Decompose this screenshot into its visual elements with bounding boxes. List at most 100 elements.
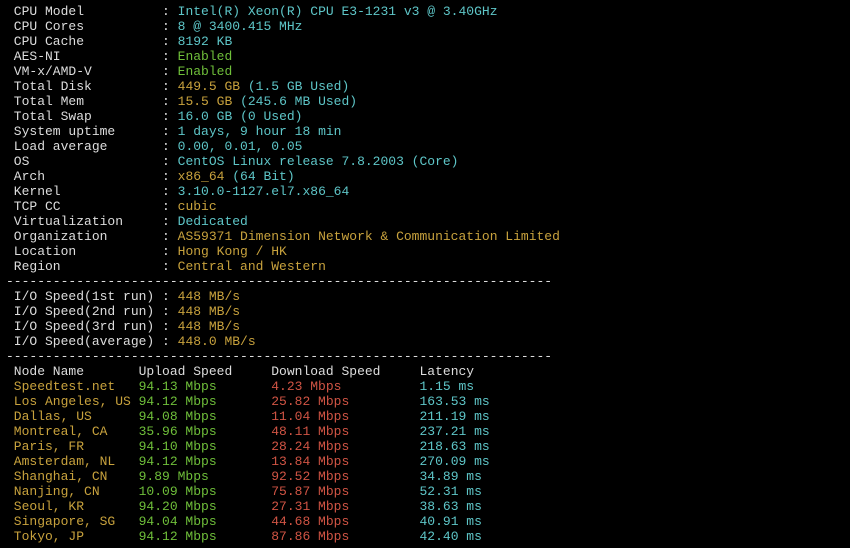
cell-node: Paris, FR bbox=[6, 439, 139, 454]
cell-download: 4.23 Mbps bbox=[271, 379, 419, 394]
cell-latency: 211.19 ms bbox=[419, 409, 505, 424]
cell-upload: 94.04 Mbps bbox=[139, 514, 272, 529]
value-load: 0.00, 0.01, 0.05 bbox=[178, 139, 303, 154]
separator: : bbox=[162, 94, 178, 109]
label-tcpcc: TCP CC bbox=[6, 199, 162, 214]
cell-download: 87.86 Mbps bbox=[271, 529, 419, 544]
cell-latency: 237.21 ms bbox=[419, 424, 505, 439]
table-row: Paris, FR 94.10 Mbps 28.24 Mbps 218.63 m… bbox=[6, 439, 844, 454]
value-arch: x86_64 bbox=[178, 169, 233, 184]
table-row: Tokyo, JP 94.12 Mbps 87.86 Mbps 42.40 ms bbox=[6, 529, 844, 544]
cell-upload: 35.96 Mbps bbox=[139, 424, 272, 439]
cell-node: Shanghai, CN bbox=[6, 469, 139, 484]
value-ioavg: 448.0 MB/s bbox=[178, 334, 256, 349]
value-swap-used: (0 Used) bbox=[240, 109, 302, 124]
cell-upload: 94.13 Mbps bbox=[139, 379, 272, 394]
label-io1: I/O Speed(1st run) bbox=[6, 289, 162, 304]
cell-upload: 94.12 Mbps bbox=[139, 529, 272, 544]
value-region: Central and Western bbox=[178, 259, 326, 274]
separator: : bbox=[162, 139, 178, 154]
label-uptime: System uptime bbox=[6, 124, 162, 139]
separator: : bbox=[162, 169, 178, 184]
separator: : bbox=[162, 4, 178, 19]
separator: : bbox=[162, 199, 178, 214]
divider: ----------------------------------------… bbox=[6, 274, 844, 289]
label-aesni: AES-NI bbox=[6, 49, 162, 64]
cell-latency: 34.89 ms bbox=[419, 469, 505, 484]
cell-upload: 94.20 Mbps bbox=[139, 499, 272, 514]
separator: : bbox=[162, 319, 178, 334]
value-cpu-cache: 8192 KB bbox=[178, 34, 233, 49]
separator: : bbox=[162, 184, 178, 199]
separator: : bbox=[162, 34, 178, 49]
cell-download: 75.87 Mbps bbox=[271, 484, 419, 499]
label-org: Organization bbox=[6, 229, 162, 244]
cell-upload: 10.09 Mbps bbox=[139, 484, 272, 499]
cell-download: 44.68 Mbps bbox=[271, 514, 419, 529]
separator: : bbox=[162, 304, 178, 319]
cell-node: Dallas, US bbox=[6, 409, 139, 424]
value-mem: 15.5 GB bbox=[178, 94, 240, 109]
cell-upload: 94.12 Mbps bbox=[139, 394, 272, 409]
table-row: Los Angeles, US 94.12 Mbps 25.82 Mbps 16… bbox=[6, 394, 844, 409]
value-disk: 449.5 GB bbox=[178, 79, 248, 94]
cell-node: Singapore, SG bbox=[6, 514, 139, 529]
value-cpu-model: Intel(R) Xeon(R) CPU E3-1231 v3 @ 3.40GH… bbox=[178, 4, 498, 19]
label-load: Load average bbox=[6, 139, 162, 154]
value-virt: Dedicated bbox=[178, 214, 248, 229]
cell-node: Montreal, CA bbox=[6, 424, 139, 439]
value-location: Hong Kong / HK bbox=[178, 244, 287, 259]
label-kernel: Kernel bbox=[6, 184, 162, 199]
value-io1: 448 MB/s bbox=[178, 289, 240, 304]
separator: : bbox=[162, 259, 178, 274]
cell-node: Seoul, KR bbox=[6, 499, 139, 514]
table-row: Singapore, SG 94.04 Mbps 44.68 Mbps 40.9… bbox=[6, 514, 844, 529]
label-ioavg: I/O Speed(average) bbox=[6, 334, 162, 349]
cell-upload: 94.10 Mbps bbox=[139, 439, 272, 454]
cell-download: 28.24 Mbps bbox=[271, 439, 419, 454]
table-row: Shanghai, CN 9.89 Mbps 92.52 Mbps 34.89 … bbox=[6, 469, 844, 484]
label-total-disk: Total Disk bbox=[6, 79, 162, 94]
label-io3: I/O Speed(3rd run) bbox=[6, 319, 162, 334]
value-kernel: 3.10.0-1127.el7.x86_64 bbox=[178, 184, 350, 199]
separator: : bbox=[162, 49, 178, 64]
separator: : bbox=[162, 244, 178, 259]
cell-latency: 38.63 ms bbox=[419, 499, 505, 514]
value-org: AS59371 Dimension Network & Communicatio… bbox=[178, 229, 560, 244]
divider: ----------------------------------------… bbox=[6, 349, 844, 364]
cell-latency: 52.31 ms bbox=[419, 484, 505, 499]
cell-latency: 270.09 ms bbox=[419, 454, 505, 469]
col-latency: Latency bbox=[419, 364, 505, 379]
separator: : bbox=[162, 154, 178, 169]
table-row: Amsterdam, NL 94.12 Mbps 13.84 Mbps 270.… bbox=[6, 454, 844, 469]
label-cpu-cache: CPU Cache bbox=[6, 34, 162, 49]
cell-latency: 218.63 ms bbox=[419, 439, 505, 454]
table-row: Montreal, CA 35.96 Mbps 48.11 Mbps 237.2… bbox=[6, 424, 844, 439]
cell-upload: 9.89 Mbps bbox=[139, 469, 272, 484]
cell-upload: 94.12 Mbps bbox=[139, 454, 272, 469]
terminal-output: CPU Model : Intel(R) Xeon(R) CPU E3-1231… bbox=[0, 0, 850, 548]
label-io2: I/O Speed(2nd run) bbox=[6, 304, 162, 319]
label-virt: Virtualization bbox=[6, 214, 162, 229]
label-cpu-model: CPU Model bbox=[6, 4, 162, 19]
separator: : bbox=[162, 79, 178, 94]
table-row: Speedtest.net 94.13 Mbps 4.23 Mbps 1.15 … bbox=[6, 379, 844, 394]
cell-node: Speedtest.net bbox=[6, 379, 139, 394]
table-row: Nanjing, CN 10.09 Mbps 75.87 Mbps 52.31 … bbox=[6, 484, 844, 499]
value-io3: 448 MB/s bbox=[178, 319, 240, 334]
cell-node: Nanjing, CN bbox=[6, 484, 139, 499]
cell-node: Amsterdam, NL bbox=[6, 454, 139, 469]
separator: : bbox=[162, 19, 178, 34]
value-swap: 16.0 GB bbox=[178, 109, 240, 124]
value-tcpcc: cubic bbox=[178, 199, 217, 214]
separator: : bbox=[162, 229, 178, 244]
value-disk-used: (1.5 GB Used) bbox=[248, 79, 349, 94]
cell-node: Tokyo, JP bbox=[6, 529, 139, 544]
value-cpu-cores: 8 @ 3400.415 MHz bbox=[178, 19, 303, 34]
value-vmx: Enabled bbox=[178, 64, 233, 79]
label-region: Region bbox=[6, 259, 162, 274]
table-row: Seoul, KR 94.20 Mbps 27.31 Mbps 38.63 ms bbox=[6, 499, 844, 514]
separator: : bbox=[162, 109, 178, 124]
cell-latency: 163.53 ms bbox=[419, 394, 505, 409]
value-io2: 448 MB/s bbox=[178, 304, 240, 319]
